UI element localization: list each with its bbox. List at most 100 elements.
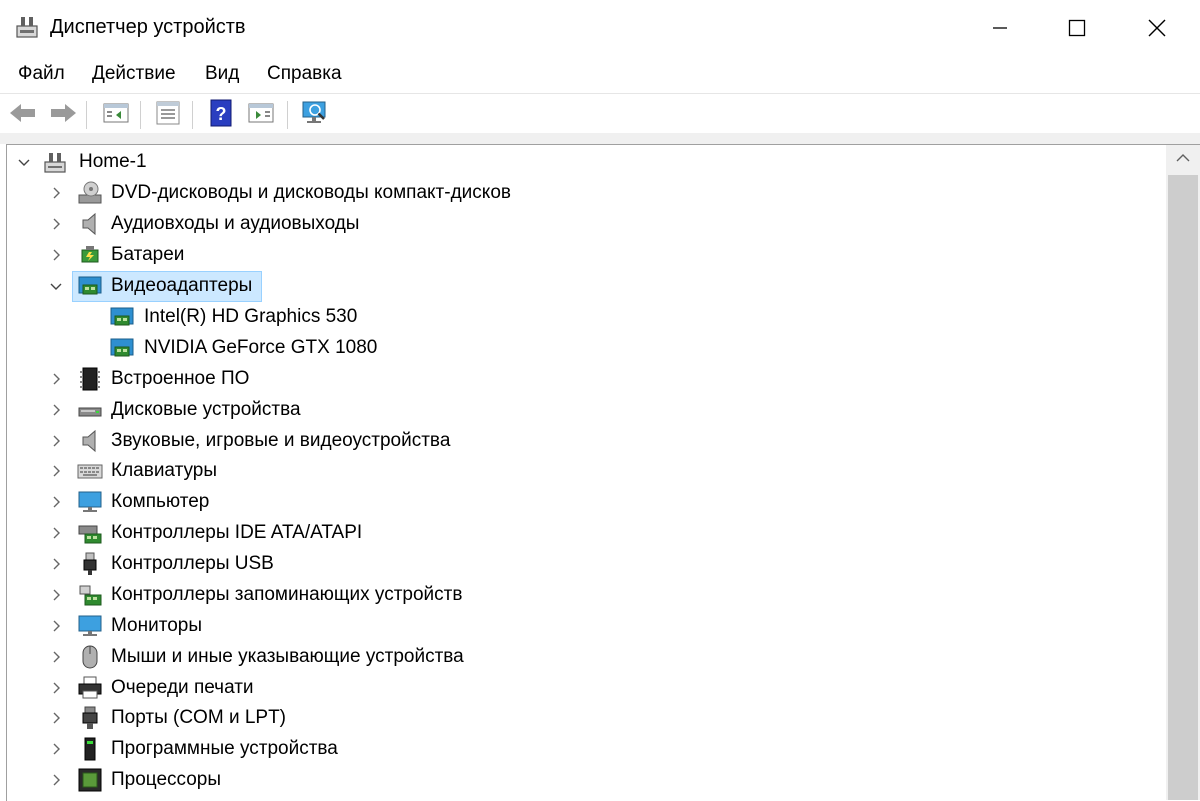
dvd-drive-icon (77, 180, 103, 206)
scan-hardware-icon (300, 99, 330, 132)
tree-item-label: Процессоры (111, 769, 222, 790)
scroll-up-button[interactable] (1166, 145, 1200, 173)
storage-controller-icon (77, 582, 103, 608)
chevron-right-icon[interactable] (49, 186, 63, 200)
ide-controller-icon (77, 520, 103, 546)
close-button[interactable] (1117, 0, 1197, 55)
tree-root-home[interactable]: Home-1 (0, 147, 1160, 178)
maximize-button[interactable] (1037, 0, 1117, 55)
computer-monitor-icon (77, 489, 103, 515)
chevron-right-icon[interactable] (49, 526, 63, 540)
tree-item-dvd[interactable]: DVD-дисководы и дисководы компакт-дисков (0, 178, 1160, 209)
chevron-down-icon[interactable] (17, 155, 31, 169)
forward-button[interactable] (47, 99, 79, 131)
action-pane-button[interactable] (245, 99, 277, 131)
tree-item-label: Контроллеры USB (111, 553, 274, 574)
tree-item-batteries[interactable]: Батареи (0, 240, 1160, 271)
tree-item-ports[interactable]: Порты (COM и LPT) (0, 703, 1160, 734)
chevron-right-icon[interactable] (49, 650, 63, 664)
chevron-right-icon[interactable] (49, 619, 63, 633)
tree-root-label: Home-1 (79, 151, 147, 172)
chevron-right-icon[interactable] (49, 588, 63, 602)
scan-hardware-button[interactable] (299, 99, 331, 131)
chevron-right-icon[interactable] (49, 711, 63, 725)
tree-item-label: Компьютер (111, 491, 210, 512)
chevron-right-icon[interactable] (49, 464, 63, 478)
tree-item-ide-controllers[interactable]: Контроллеры IDE ATA/ATAPI (0, 518, 1160, 549)
chevron-right-icon[interactable] (49, 557, 63, 571)
chevron-right-icon[interactable] (49, 372, 63, 386)
tree-item-label: Мониторы (111, 615, 202, 636)
scroll-thumb[interactable] (1168, 175, 1198, 800)
tree-item-disk-drives[interactable]: Дисковые устройства (0, 395, 1160, 426)
window-title: Диспетчер устройств (50, 16, 246, 38)
back-arrow-icon (8, 100, 38, 131)
help-icon: ? (208, 99, 234, 132)
toolbar-bottom-strip (0, 133, 1200, 144)
tree-item-storage-controllers[interactable]: Контроллеры запоминающих устройств (0, 580, 1160, 611)
tree-item-firmware[interactable]: Встроенное ПО (0, 364, 1160, 395)
tree-item-display-adapters[interactable]: Видеоадаптеры (0, 271, 1160, 302)
display-adapter-icon (109, 335, 135, 361)
chevron-right-icon[interactable] (49, 681, 63, 695)
tree-item-software-devices[interactable]: Программные устройства (0, 734, 1160, 765)
menu-action[interactable]: Действие (92, 63, 176, 85)
software-device-icon (77, 736, 103, 762)
menu-help[interactable]: Справка (267, 63, 342, 85)
printer-icon (77, 675, 103, 701)
show-hide-console-tree-icon (102, 100, 130, 131)
display-adapter-icon (109, 304, 135, 330)
tree-item-print-queues[interactable]: Очереди печати (0, 673, 1160, 704)
chevron-right-icon[interactable] (49, 403, 63, 417)
chevron-right-icon[interactable] (49, 773, 63, 787)
tree-item-label: Дисковые устройства (111, 399, 301, 420)
tree-item-label: Порты (COM и LPT) (111, 707, 287, 728)
chevron-right-icon[interactable] (49, 217, 63, 231)
tree-item-computer[interactable]: Компьютер (0, 487, 1160, 518)
computer-network-icon (42, 149, 68, 175)
device-manager-icon (14, 14, 40, 40)
properties-button[interactable] (152, 99, 184, 131)
show-hide-tree-button[interactable] (100, 99, 132, 131)
back-button[interactable] (7, 99, 39, 131)
svg-text:?: ? (216, 104, 227, 124)
chevron-right-icon[interactable] (49, 434, 63, 448)
battery-icon (77, 242, 103, 268)
chevron-up-icon (1176, 150, 1190, 168)
maximize-icon (1068, 19, 1086, 37)
action-pane-icon (247, 100, 275, 131)
minimize-button[interactable] (960, 0, 1040, 55)
tree-item-sound-video-game[interactable]: Звуковые, игровые и видеоустройства (0, 426, 1160, 457)
help-button[interactable]: ? (205, 99, 237, 131)
toolbar: ? (0, 93, 1200, 134)
firmware-chip-icon (77, 366, 103, 392)
chevron-right-icon[interactable] (49, 248, 63, 262)
tree-item-nvidia-geforce[interactable]: NVIDIA GeForce GTX 1080 (0, 333, 1160, 364)
tree-item-label: Батареи (111, 244, 185, 265)
tree-item-mice[interactable]: Мыши и иные указывающие устройства (0, 642, 1160, 673)
tree-item-audio-inputs-outputs[interactable]: Аудиовходы и аудиовыходы (0, 209, 1160, 240)
tree-item-usb-controllers[interactable]: Контроллеры USB (0, 549, 1160, 580)
chevron-down-icon[interactable] (49, 279, 63, 293)
tree-item-intel-hd-graphics[interactable]: Intel(R) HD Graphics 530 (0, 302, 1160, 333)
forward-arrow-icon (48, 100, 78, 131)
chevron-right-icon[interactable] (49, 495, 63, 509)
toolbar-separator (140, 101, 142, 129)
menu-bar: Файл Действие Вид Справка (0, 55, 1200, 93)
toolbar-separator (86, 101, 88, 129)
tree-item-label: Аудиовходы и аудиовыходы (111, 213, 360, 234)
close-icon (1148, 19, 1166, 37)
vertical-scrollbar[interactable] (1166, 145, 1200, 800)
tree-item-label: Клавиатуры (111, 460, 218, 481)
speaker-icon (77, 428, 103, 454)
menu-view[interactable]: Вид (205, 63, 239, 85)
menu-file[interactable]: Файл (18, 63, 65, 85)
tree-item-label: Встроенное ПО (111, 368, 250, 389)
tree-item-monitors[interactable]: Мониторы (0, 611, 1160, 642)
tree-item-processors[interactable]: Процессоры (0, 765, 1160, 796)
chevron-right-icon[interactable] (49, 742, 63, 756)
tree-item-keyboards[interactable]: Клавиатуры (0, 456, 1160, 487)
port-connector-icon (77, 705, 103, 731)
mouse-icon (77, 644, 103, 670)
minimize-icon (992, 20, 1008, 36)
